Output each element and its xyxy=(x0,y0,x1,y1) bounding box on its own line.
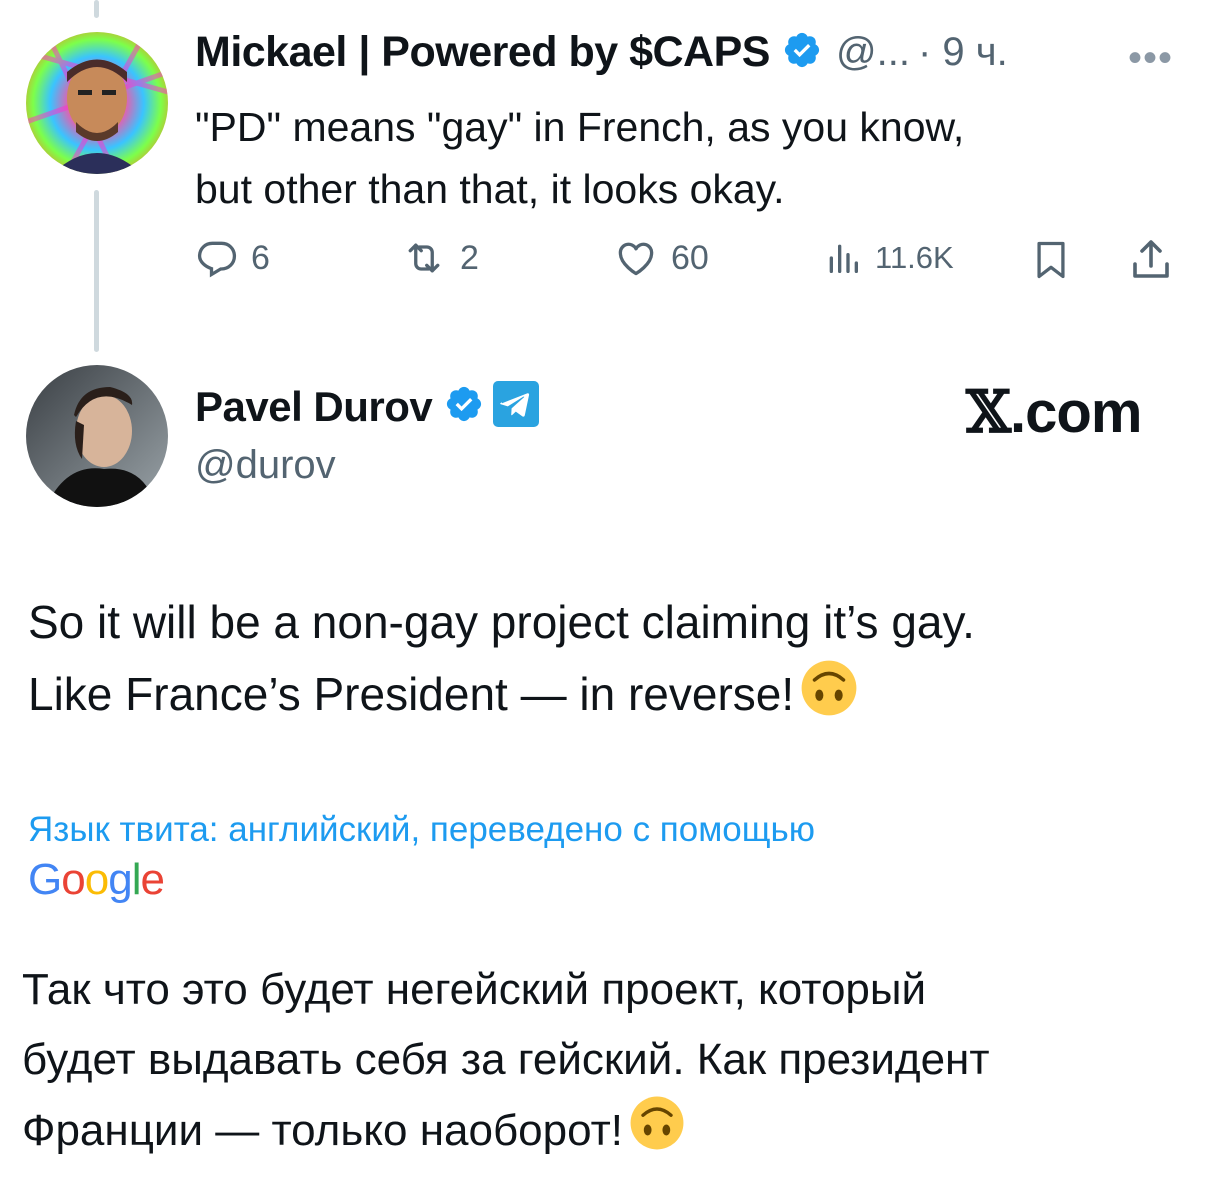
reply-text-line: but other than that, it looks okay. xyxy=(195,166,785,212)
reply-icon xyxy=(195,236,239,280)
tweet-text-line: So it will be a non-gay project claiming… xyxy=(28,596,975,648)
avatar-pavel-durov[interactable] xyxy=(26,365,168,507)
x-logo-icon: 𝕏 xyxy=(966,378,1011,446)
share-icon xyxy=(1127,236,1175,284)
reply-button[interactable]: 6 xyxy=(195,236,270,280)
views-button[interactable]: 11.6K xyxy=(823,236,954,280)
translation-line: будет выдавать себя за гейский. Как през… xyxy=(22,1035,990,1084)
reply-tweet-header: Mickael | Powered by $CAPS @... · 9 ч. xyxy=(195,28,1008,77)
google-letter: o xyxy=(84,855,110,904)
google-letter: g xyxy=(108,855,133,904)
display-name[interactable]: Mickael | Powered by $CAPS xyxy=(195,28,770,77)
author-handle[interactable]: @durov xyxy=(195,443,336,488)
reply-count: 6 xyxy=(251,238,270,277)
like-button[interactable]: 60 xyxy=(613,236,709,280)
author-name-row: Pavel Durov xyxy=(195,380,540,433)
reply-tweet-text: "PD" means "gay" in French, as you know,… xyxy=(195,96,1155,220)
views-icon xyxy=(823,236,863,280)
x-com-brand: 𝕏.com xyxy=(966,378,1142,446)
google-logo[interactable]: Google xyxy=(28,855,165,905)
bookmark-icon xyxy=(1029,236,1073,284)
repost-button[interactable]: 2 xyxy=(400,236,479,280)
translation-line-row: Франции — только наоборот! xyxy=(22,1095,1182,1172)
handle[interactable]: @... xyxy=(836,30,910,75)
avatar-image xyxy=(26,32,168,174)
upside-down-face-emoji-icon xyxy=(629,1095,685,1172)
google-letter: G xyxy=(28,855,62,904)
share-button[interactable] xyxy=(1127,236,1175,284)
translated-text: Так что это будет негейский проект, кото… xyxy=(22,955,1182,1172)
verified-badge-icon xyxy=(444,384,484,429)
repost-count: 2 xyxy=(460,238,479,277)
avatar-image xyxy=(26,365,168,507)
repost-icon xyxy=(400,236,448,280)
thread-line xyxy=(94,190,99,352)
action-bar: 6 2 60 11.6K xyxy=(195,236,1185,290)
timestamp[interactable]: · 9 ч. xyxy=(918,30,1008,75)
google-letter: o xyxy=(61,855,86,904)
tweet-text-line-row: Like France’s President — in reverse! xyxy=(28,658,1188,737)
like-count: 60 xyxy=(671,238,709,277)
telegram-affiliate-icon[interactable] xyxy=(492,380,540,433)
bookmark-button[interactable] xyxy=(1029,236,1073,284)
upside-down-face-emoji-icon xyxy=(800,659,858,737)
views-count: 11.6K xyxy=(875,240,954,275)
translation-line: Так что это будет негейский проект, кото… xyxy=(22,965,927,1014)
tweet-text-line: Like France’s President — in reverse! xyxy=(28,668,795,720)
reply-text-line: "PD" means "gay" in French, as you know, xyxy=(195,104,965,150)
thread-line-top xyxy=(94,0,99,18)
brand-domain: .com xyxy=(1010,380,1142,445)
avatar-mickael[interactable] xyxy=(26,32,168,174)
more-horizontal-icon[interactable]: ••• xyxy=(1128,36,1173,81)
tweet-text: So it will be a non-gay project claiming… xyxy=(28,586,1188,737)
google-letter: e xyxy=(140,855,165,904)
display-name[interactable]: Pavel Durov xyxy=(195,383,433,431)
translated-by-link[interactable]: Язык твита: английский, переведено с пом… xyxy=(28,810,815,850)
verified-badge-icon xyxy=(782,30,822,75)
translation-line: Франции — только наоборот! xyxy=(22,1106,623,1156)
heart-icon xyxy=(613,236,659,280)
